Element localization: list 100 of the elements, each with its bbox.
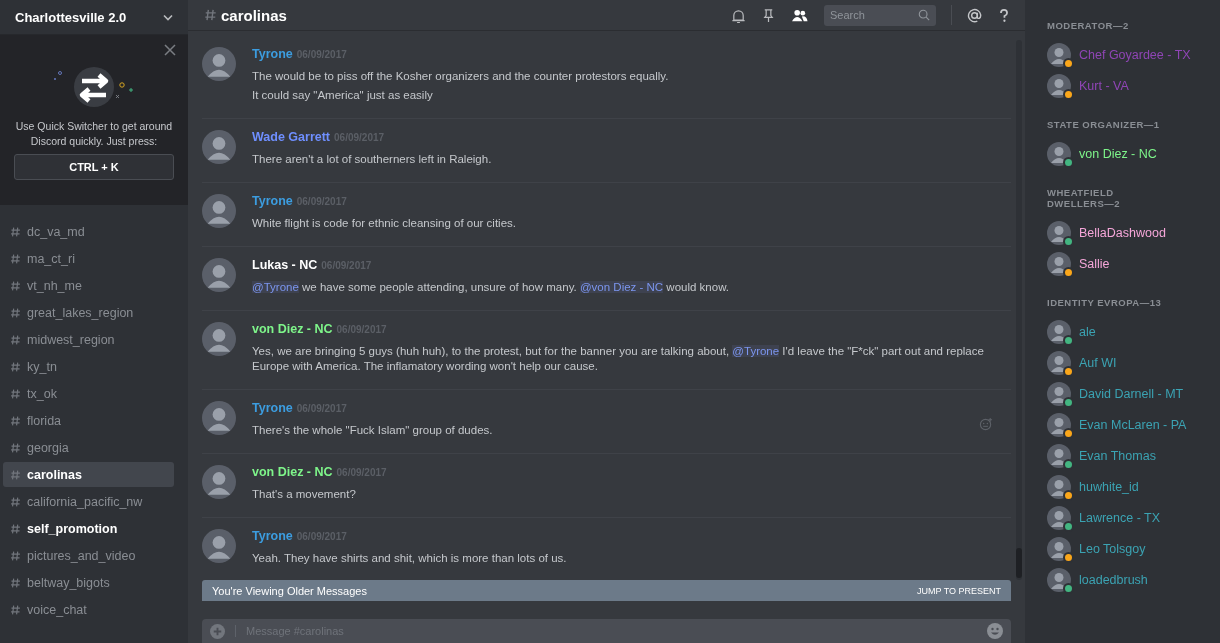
avatar-icon[interactable] [1047, 251, 1071, 276]
role-heading: STATE ORGANIZER—1 [1047, 119, 1161, 130]
close-button[interactable] [164, 44, 176, 56]
hash-icon [10, 333, 21, 346]
chevron-down-icon[interactable] [162, 12, 174, 22]
username[interactable]: Tyrone [252, 47, 293, 61]
avatar-icon[interactable] [202, 529, 236, 563]
mention-link[interactable]: @von Diez - NC [579, 281, 664, 293]
channel-item[interactable]: dc_va_md [3, 219, 174, 244]
mention-link[interactable]: @Tyrone [732, 345, 780, 357]
message-text: @Tyrone we have some people attending, unsure of how many. @von Diez - NC would know. [252, 280, 730, 295]
mention-link[interactable]: @Tyrone [252, 281, 299, 293]
avatar-icon[interactable] [1047, 220, 1071, 245]
channel-item[interactable]: vt_nh_me [3, 273, 174, 298]
channel-item[interactable]: tx_ok [3, 381, 174, 406]
mentions-icon[interactable] [967, 7, 982, 23]
jump-to-present-button[interactable]: JUMP TO PRESENT [916, 585, 1001, 596]
channel-item[interactable]: ky_tn [3, 354, 174, 379]
avatar-icon[interactable] [202, 401, 236, 435]
hash-icon [10, 468, 21, 481]
scrollbar[interactable] [1016, 40, 1022, 580]
channel-item[interactable]: california_pacific_nw [3, 489, 174, 514]
username[interactable]: Wade Garrett [252, 130, 331, 144]
avatar-icon[interactable] [1047, 319, 1071, 344]
channel-item[interactable]: self_promotion [3, 516, 174, 541]
avatar-icon[interactable] [1047, 505, 1071, 530]
hash-icon [10, 522, 21, 535]
avatar-icon[interactable] [1047, 567, 1071, 592]
member-name[interactable]: Evan Thomas [1079, 448, 1156, 463]
avatar-icon[interactable] [1047, 350, 1071, 375]
avatar-icon[interactable] [202, 194, 236, 228]
username[interactable]: Tyrone [252, 401, 293, 415]
channel-item[interactable]: georgia [3, 435, 174, 460]
member-name[interactable]: Lawrence - TX [1079, 510, 1161, 525]
member-name[interactable]: Evan McLaren - PA [1079, 417, 1187, 432]
username[interactable]: Tyrone [252, 194, 293, 208]
avatar-icon[interactable] [1047, 412, 1071, 437]
role-heading: WHEATFIELD DWELLERS—2 [1047, 187, 1122, 209]
message-text: White flight is code for ethnic cleansing of our cities. [252, 216, 516, 231]
channel-item[interactable]: beltway_bigots [3, 570, 174, 595]
avatar-icon[interactable] [202, 130, 236, 164]
avatar-icon[interactable] [1047, 42, 1071, 67]
avatar-icon[interactable] [202, 258, 236, 292]
member-name[interactable]: Sallie [1079, 256, 1110, 271]
avatar-icon[interactable] [202, 47, 236, 81]
message-text: Yeah. They have shirts and shit, which is more than lots of us. [252, 551, 567, 566]
hash-icon [10, 603, 21, 616]
server-name: Charlottesville 2.0 [15, 9, 127, 25]
role-heading: IDENTITY EVROPA—13 [1047, 297, 1163, 308]
quick-switcher-text: Use Quick Switcher to get around Discord quickly. Just press: [14, 119, 174, 149]
avatar-icon[interactable] [1047, 443, 1071, 468]
hash-icon [10, 360, 21, 373]
member-name[interactable]: Leo Tolsgoy [1079, 541, 1146, 556]
avatar-icon[interactable] [202, 465, 236, 499]
member-name[interactable]: ale [1079, 324, 1096, 339]
older-messages-text: You're Viewing Older Messages [212, 584, 367, 597]
avatar-icon[interactable] [1047, 73, 1071, 98]
role-heading: MODERATOR—2 [1047, 20, 1130, 31]
member-name[interactable]: Auf WI [1079, 355, 1117, 370]
avatar-icon[interactable] [202, 322, 236, 356]
username[interactable]: Tyrone [252, 529, 293, 543]
hash-icon [10, 441, 21, 454]
username[interactable]: Lukas - NC [252, 258, 318, 272]
hash-icon [10, 306, 21, 319]
channel-item[interactable]: carolinas [3, 462, 174, 487]
avatar-icon[interactable] [1047, 474, 1071, 499]
pin-icon[interactable] [761, 7, 776, 23]
member-name[interactable]: von Diez - NC [1079, 146, 1157, 161]
message-text: It could say "America" just as easily [252, 88, 434, 103]
username[interactable]: von Diez - NC [252, 465, 333, 479]
member-name[interactable]: huwhite_id [1079, 479, 1139, 494]
channel-item[interactable]: midwest_region [3, 327, 174, 352]
message-text: There's the whole "Fuck Islam" group of dudes. [252, 423, 493, 438]
member-name[interactable]: Kurt - VA [1079, 78, 1129, 93]
help-icon[interactable] [997, 7, 1011, 23]
channel-item[interactable]: ma_ct_ri [3, 246, 174, 271]
bell-icon[interactable] [731, 7, 746, 23]
channel-item[interactable]: florida [3, 408, 174, 433]
hash-icon [10, 225, 21, 238]
hash-icon [10, 549, 21, 562]
avatar-icon[interactable] [1047, 141, 1071, 166]
search-icon[interactable] [918, 9, 930, 21]
channel-title: carolinas [221, 6, 287, 24]
member-name[interactable]: Chef Goyardee - TX [1079, 47, 1191, 62]
avatar-icon[interactable] [1047, 536, 1071, 561]
channel-item[interactable]: voice_chat [3, 597, 174, 622]
hash-icon [10, 414, 21, 427]
member-name[interactable]: David Darnell - MT [1079, 386, 1184, 401]
message-text: That's a movement? [252, 487, 357, 502]
member-name[interactable]: loadedbrush [1079, 572, 1148, 587]
username[interactable]: von Diez - NC [252, 322, 333, 336]
member-name[interactable]: BellaDashwood [1079, 225, 1166, 240]
channel-item[interactable]: pictures_and_video [3, 543, 174, 568]
search-field[interactable]: Search [824, 4, 936, 26]
members-icon[interactable] [791, 7, 809, 23]
shortcut-button[interactable]: CTRL + K [14, 154, 174, 180]
avatar-icon[interactable] [1047, 381, 1071, 406]
message-text: There aren't a lot of southerners left in Raleigh. [252, 152, 492, 167]
channel-item[interactable]: great_lakes_region [3, 300, 174, 325]
emoji-icon[interactable] [987, 623, 1003, 639]
